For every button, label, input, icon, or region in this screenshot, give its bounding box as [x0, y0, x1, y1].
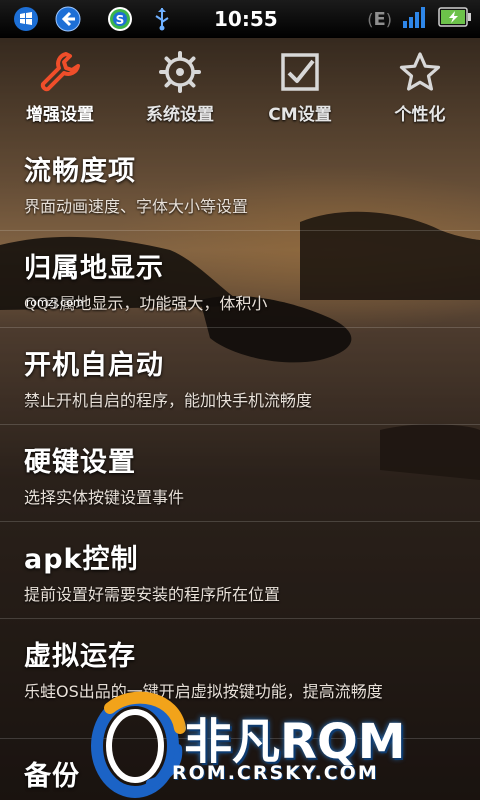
list-item-location-display[interactable]: 归属地显示 QQ3属地显示，功能强大，体积小: [0, 231, 480, 328]
list-item-smoothness[interactable]: 流畅度项 界面动画速度、字体大小等设置: [0, 134, 480, 231]
network-bracket-right: ): [385, 9, 392, 29]
item-subtitle: 选择实体按键设置事件: [24, 488, 185, 507]
s-app-icon[interactable]: S: [106, 5, 134, 33]
watermark-small: romzj.com: [26, 296, 84, 309]
item-title: 归属地显示: [24, 253, 164, 284]
item-subtitle: 禁止开机自启的程序，能加快手机流畅度: [24, 391, 313, 410]
tab-system-settings[interactable]: 系统设置: [120, 38, 240, 134]
tab-enhanced-settings[interactable]: 增强设置: [0, 38, 120, 134]
crsky-logo: 非凡RQM ROM.CRSKY.COM: [80, 688, 480, 800]
tab-bar: 增强设置 系统设置 CM设置 个性化: [0, 38, 480, 134]
star-icon: [399, 52, 441, 91]
signal-bars-icon: [402, 5, 428, 33]
logo-url-text: ROM.CRSKY.COM: [172, 762, 379, 784]
status-bar-right: ( E ): [367, 5, 472, 33]
status-bar-left: S: [0, 5, 176, 33]
item-title: 流畅度项: [24, 156, 136, 187]
item-title: 硬键设置: [24, 447, 136, 478]
list-item-apk-control[interactable]: apk控制 提前设置好需要安装的程序所在位置: [0, 522, 480, 619]
item-subtitle: 界面动画速度、字体大小等设置: [24, 197, 249, 216]
usb-icon: [148, 5, 176, 33]
tab-cm-settings[interactable]: CM设置: [240, 38, 360, 134]
back-arrow-icon[interactable]: [54, 5, 82, 33]
item-subtitle: QQ3属地显示，功能强大，体积小: [24, 294, 268, 313]
list-item-hardkey-settings[interactable]: 硬键设置 选择实体按键设置事件: [0, 425, 480, 522]
item-title: apk控制: [24, 544, 139, 575]
network-type: E: [373, 8, 386, 30]
battery-charging-icon: [438, 6, 472, 32]
svg-text:S: S: [116, 13, 125, 27]
status-bar: S 10:55 ( E ): [0, 0, 480, 38]
item-title: 开机自启动: [24, 350, 164, 381]
tab-label: CM设置: [268, 105, 332, 125]
wrench-icon: [40, 52, 80, 92]
edge-network-icon: ( E ): [367, 9, 392, 30]
gear-icon: [159, 51, 201, 93]
list-item-autostart[interactable]: 开机自启动 禁止开机自启的程序，能加快手机流畅度: [0, 328, 480, 425]
checkbox-icon: [281, 53, 319, 91]
item-subtitle: 提前设置好需要安装的程序所在位置: [24, 585, 281, 604]
windows-logo-icon[interactable]: [12, 5, 40, 33]
tab-label: 系统设置: [146, 105, 214, 125]
tab-label: 增强设置: [26, 105, 94, 125]
status-time: 10:55: [214, 7, 278, 31]
tab-label: 个性化: [394, 105, 446, 125]
tab-personalization[interactable]: 个性化: [360, 38, 480, 134]
item-title: 虚拟运存: [24, 641, 136, 672]
